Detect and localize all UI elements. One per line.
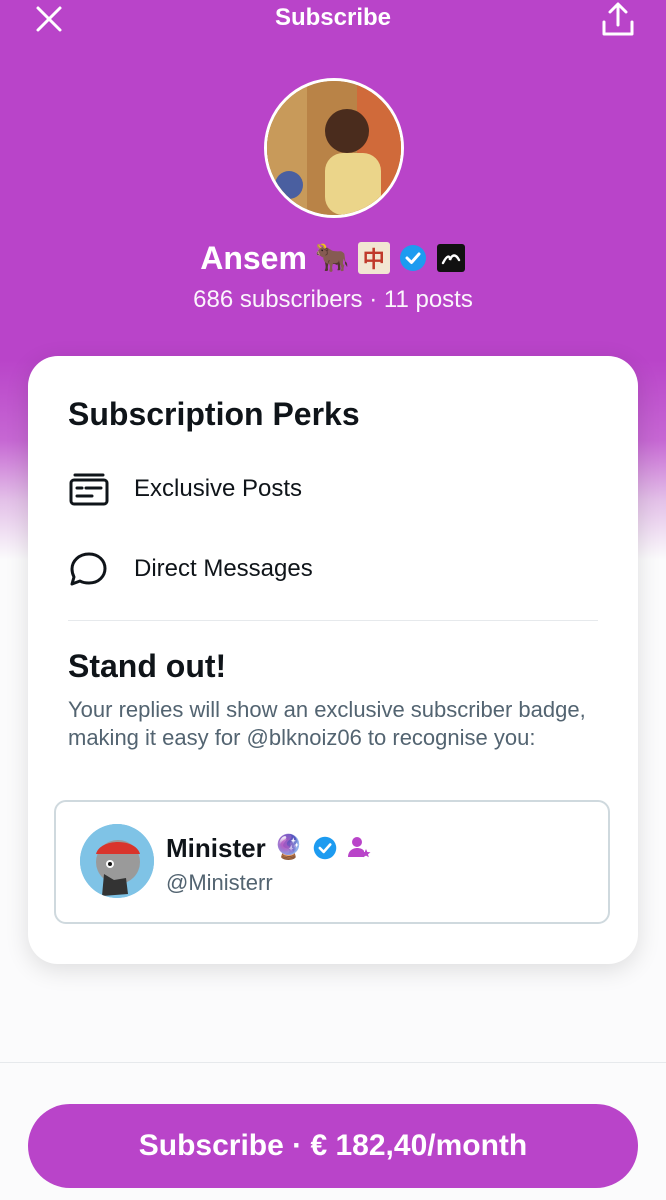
preview-avatar [80,824,154,898]
profile-stats: 686 subscribers · 11 posts [193,286,473,313]
footer-divider [0,1062,666,1063]
standout-title: Stand out! [68,648,227,684]
preview-handle: @Ministerr [166,870,273,895]
preview-name-row: Minister 🔮 [166,832,372,864]
page-title: Subscribe [274,4,392,31]
perk-label: Exclusive Posts [134,475,303,502]
subscription-perks-card: Subscription Perks Exclusive Posts Direc… [28,356,638,964]
share-icon [602,2,634,36]
perks-title: Subscription Perks [68,396,360,432]
subscriber-badge-icon [347,837,371,858]
ox-emoji: 🐂 [314,242,350,273]
standout-description: Your replies will show an exclusive subs… [68,697,586,750]
subscribe-button[interactable]: Subscribe · € 182,40/month [28,1104,638,1188]
top-bar: Subscribe [0,0,666,40]
preview-avatar-image [80,824,154,898]
share-button[interactable] [598,0,638,40]
perk-label: Direct Messages [134,555,313,582]
perk-exclusive-posts: Exclusive Posts [68,464,302,514]
profile-avatar[interactable] [264,78,404,218]
message-bubble-icon [70,552,107,586]
perk-direct-messages: Direct Messages [68,544,313,594]
profile-name: Ansem [200,239,307,276]
profile-photo [267,81,401,215]
exclusive-posts-icon [69,473,109,506]
divider [68,620,598,621]
profile-name-row: Ansem 🐂 中 [0,236,666,280]
verified-badge-icon [313,836,336,860]
affiliate-badge-icon [436,244,465,272]
mahjong-badge: 中 [357,242,390,274]
crystal-ball-emoji: 🔮 [273,834,304,861]
preview-name: Minister [166,832,266,863]
verified-badge-icon [399,245,426,271]
subscriber-badge-preview: Minister 🔮 @Ministerr [54,800,610,924]
